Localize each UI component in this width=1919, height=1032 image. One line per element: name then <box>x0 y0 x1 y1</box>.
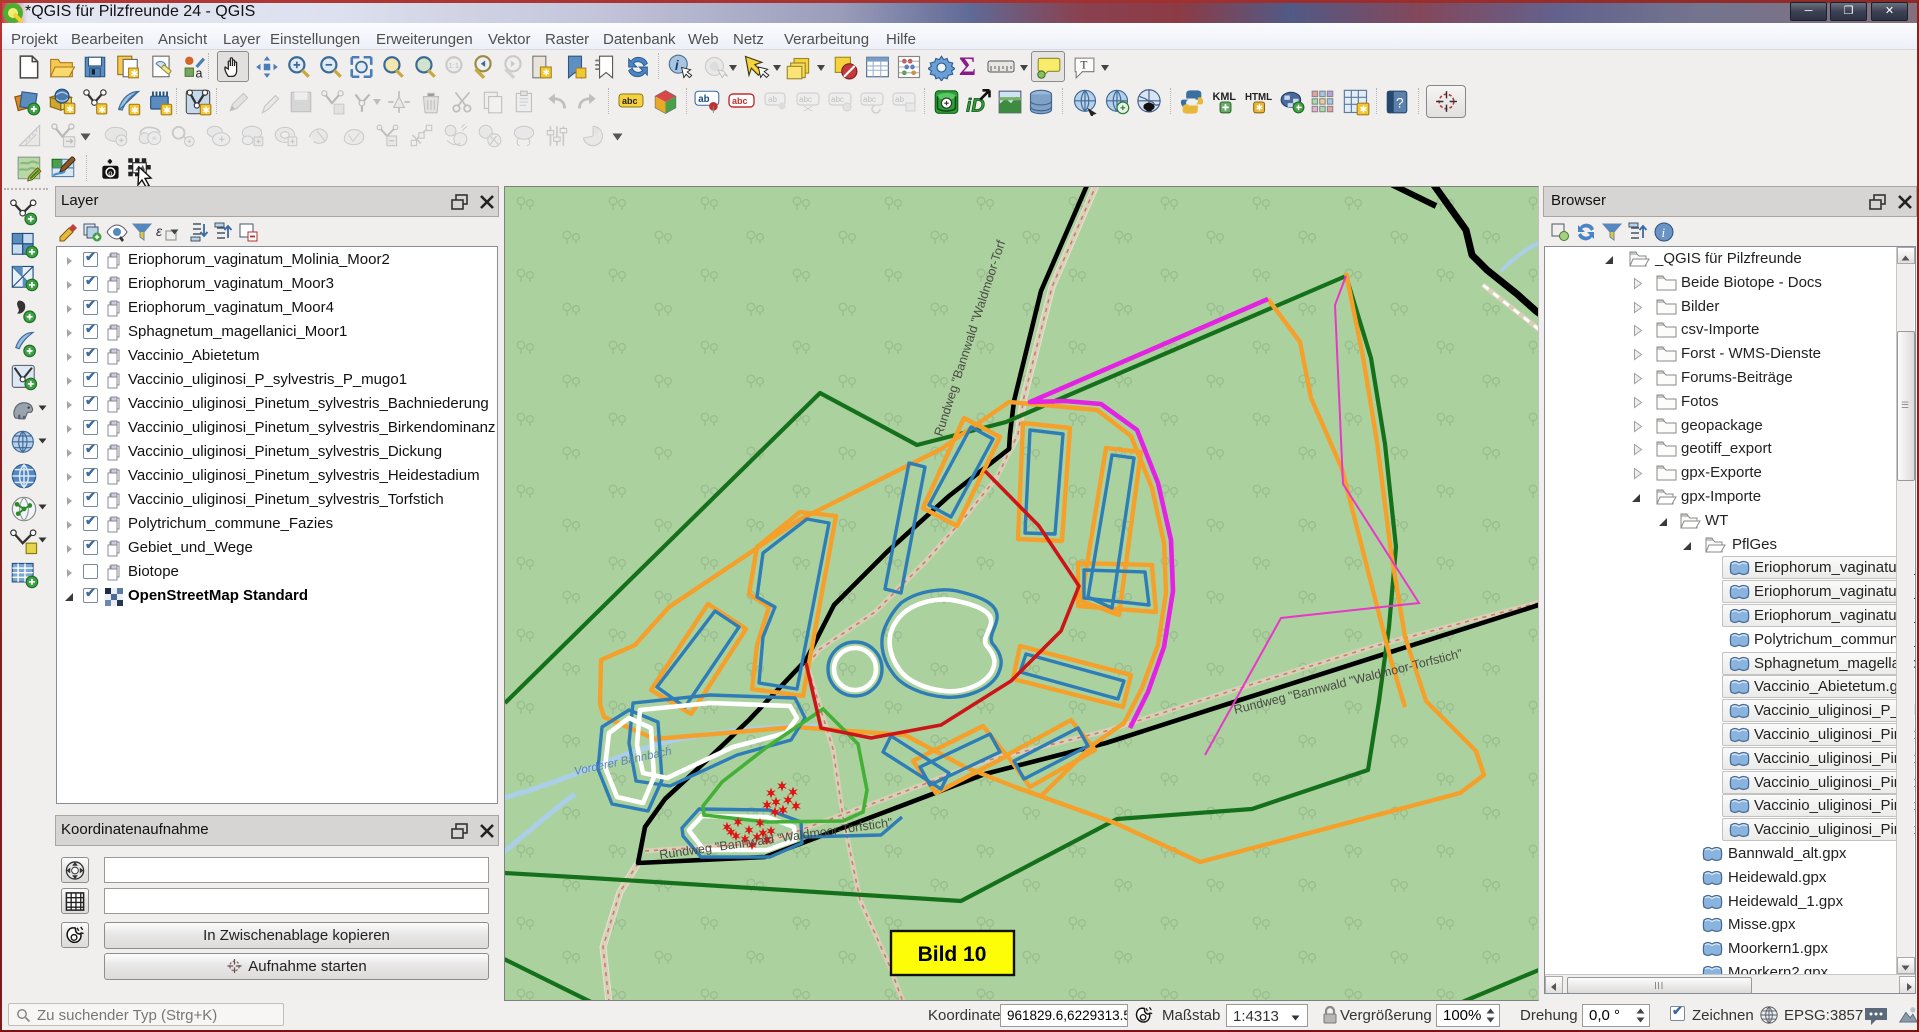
svg-text:✱: ✱ <box>543 68 550 78</box>
svg-text:✱: ✱ <box>66 105 74 115</box>
svg-text:✱: ✱ <box>98 105 106 115</box>
svg-text:ε: ε <box>156 223 163 239</box>
svg-text:ab: ab <box>768 95 777 104</box>
svg-text:abc: abc <box>831 95 844 104</box>
svg-text:a: a <box>196 66 203 80</box>
svg-text:✱: ✱ <box>131 106 139 116</box>
svg-text:Bild 10: Bild 10 <box>918 943 987 966</box>
svg-text:abc: abc <box>799 95 812 104</box>
svg-text:ab: ab <box>895 95 904 104</box>
svg-text:T: T <box>1080 60 1087 72</box>
svg-text:✱: ✱ <box>1360 105 1368 115</box>
svg-text:1:1: 1:1 <box>449 61 460 70</box>
svg-text:✱: ✱ <box>1256 103 1263 113</box>
svg-text:abc: abc <box>863 95 876 104</box>
svg-text:ab: ab <box>698 94 709 105</box>
svg-text:i: i <box>1662 225 1666 240</box>
svg-text:?: ? <box>1396 94 1404 110</box>
svg-text:KML: KML <box>1213 91 1237 103</box>
svg-text:✱: ✱ <box>163 106 171 116</box>
svg-text:o: o <box>108 169 112 178</box>
svg-text:HTML: HTML <box>1245 92 1272 103</box>
svg-text:✱: ✱ <box>202 106 210 116</box>
svg-text:✱: ✱ <box>130 69 138 80</box>
svg-text:i: i <box>675 58 679 73</box>
svg-text:abc: abc <box>732 96 748 106</box>
svg-text:abc: abc <box>622 96 638 106</box>
